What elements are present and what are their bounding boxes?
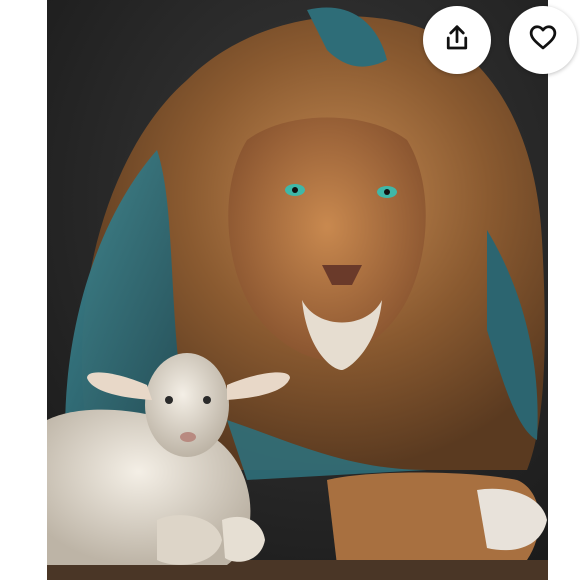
image-viewer: [0, 0, 580, 580]
lion-lamb-photo[interactable]: [47, 0, 548, 580]
share-upload-icon: [442, 23, 472, 58]
favorite-button[interactable]: [509, 6, 577, 74]
share-button[interactable]: [423, 6, 491, 74]
photo-artwork: [47, 0, 548, 580]
heart-outline-icon: [528, 23, 558, 58]
